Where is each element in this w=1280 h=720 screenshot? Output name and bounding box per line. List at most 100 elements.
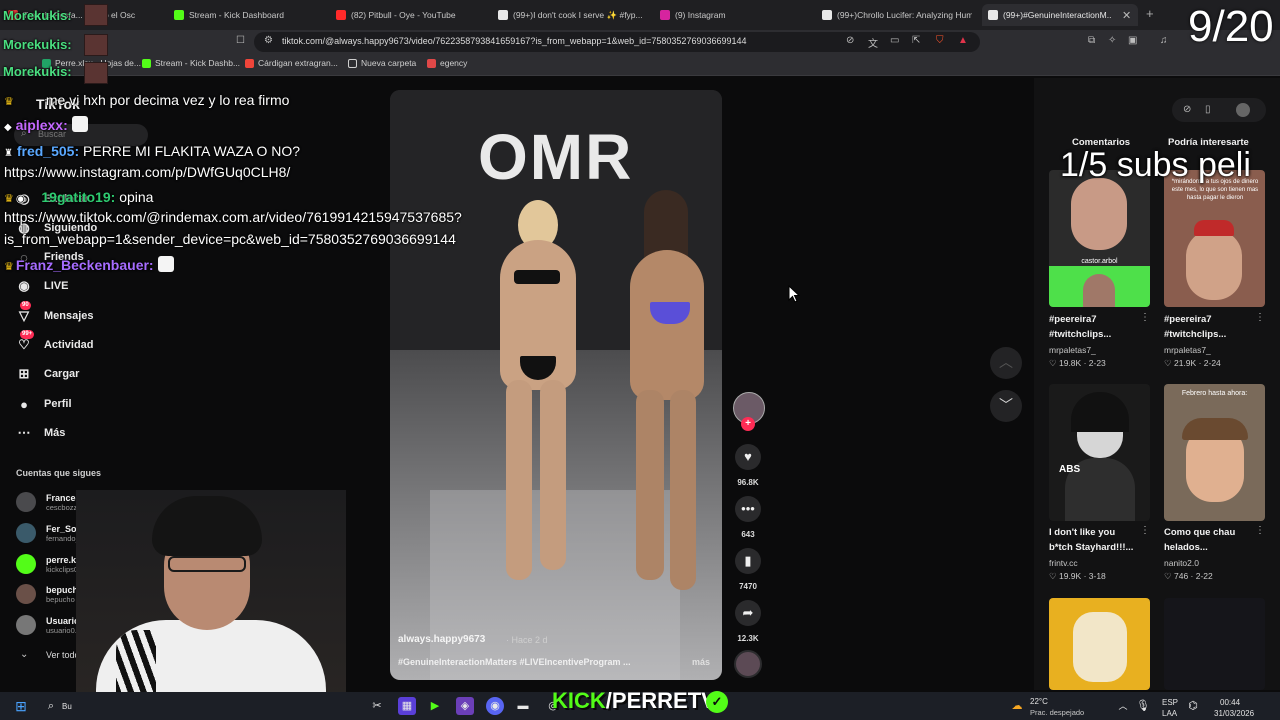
weather-temp: 22°C [1030, 697, 1048, 706]
more-options-icon[interactable]: ⋮ [1140, 525, 1150, 536]
sidebar-icon[interactable]: ▣ [1128, 35, 1137, 46]
tab-5[interactable]: (99+)Chrollo Lucifer: Analyzing Hum [822, 4, 972, 26]
video-author[interactable]: frintv.cc [1049, 558, 1078, 568]
weather-desc: Prac. despejado [1030, 708, 1085, 717]
tiktok-favicon-icon [498, 10, 508, 20]
url-text[interactable]: tiktok.com/@always.happy9673/video/76223… [282, 36, 747, 46]
new-tab-icon[interactable]: + [1146, 6, 1154, 21]
profile-icon: ● [20, 396, 28, 412]
tab-active[interactable]: (99+)#GenuineInteractionM... ✕ [982, 4, 1138, 26]
sidebar-item-activity[interactable]: ♡ 99+ Actividad [16, 330, 94, 356]
translate-icon[interactable]: 文 [868, 35, 878, 50]
badge-icon: ◉ [15, 193, 26, 205]
share-arrow-icon[interactable]: ➦ [735, 600, 761, 626]
site-info-icon[interactable]: ⚙ [264, 35, 273, 46]
comment-icon[interactable]: ••• [735, 496, 761, 522]
no-tracking-icon[interactable]: ⊘ [846, 35, 854, 46]
sidebar-item-upload[interactable]: ⊞ Cargar [16, 363, 80, 385]
app-grid-icon[interactable]: ▦ [398, 697, 416, 715]
sidebar-item-more[interactable]: ⋯ Más [16, 422, 66, 444]
brave-rewards-icon[interactable]: ▲ [958, 35, 968, 46]
crown-icon: ♛ [4, 261, 14, 273]
video-thumbnail[interactable] [1049, 598, 1150, 690]
chevron-up-icon[interactable]: ︿ [1114, 697, 1132, 715]
microphone-icon[interactable]: 🎙 [1134, 697, 1152, 715]
video-title[interactable]: Como que chau helados... [1164, 525, 1254, 555]
tab-1[interactable]: Stream - Kick Dashboard [174, 4, 324, 26]
following-item[interactable]: bepucho bepucho [16, 580, 84, 608]
capcut-icon[interactable]: ✂ [368, 697, 386, 715]
video-title[interactable]: #peereira7 #twitchclips... [1164, 312, 1254, 342]
brave-shield-icon[interactable]: ⛉ [936, 35, 944, 46]
sidebar-item-profile[interactable]: ● Perfil [16, 393, 71, 415]
tab-4[interactable]: (9) Instagram [660, 4, 810, 26]
puzzle-icon[interactable]: ✧ [1108, 35, 1116, 46]
network-icon[interactable]: ⌬ [1184, 697, 1202, 715]
bookmark-item-kick[interactable]: Stream - Kick Dashb... [142, 58, 240, 68]
tab-3[interactable]: (99+)I don't cook I serve ✨ #fyp... [498, 4, 648, 26]
play-icon[interactable]: ▶ [426, 697, 444, 715]
video-thumbnail[interactable]: Febrero hasta ahora: [1164, 384, 1265, 521]
video-author[interactable]: mrpaletas7_ [1164, 345, 1211, 355]
folder-icon [348, 58, 357, 68]
chat-emote-image [84, 62, 108, 84]
like-icon[interactable]: ♥ [735, 444, 761, 470]
cast-icon[interactable]: ▭ [890, 35, 899, 46]
video-title[interactable]: #peereira7 #twitchclips... [1049, 312, 1139, 342]
bookmark-item-egency[interactable]: egency [427, 58, 467, 68]
search-icon[interactable]: ⌕ [42, 697, 60, 715]
video-thumbnail[interactable]: *mirándome a tus ojos de dinero este mes… [1164, 170, 1265, 307]
chat-message: https://www.instagram.com/p/DWfGUq0CLH8/ [4, 164, 291, 180]
see-all-link[interactable]: Ver todo [46, 650, 80, 660]
video-meta: ♡ 19.8K · 2-23 [1049, 358, 1106, 368]
more-options-icon[interactable]: ⋮ [1255, 525, 1265, 536]
discord-icon[interactable]: ◉ [486, 697, 504, 715]
bookmark-save-icon[interactable]: ▮ [735, 548, 761, 574]
premiere-icon[interactable]: ◈ [456, 697, 474, 715]
subs-goal-overlay: 1/5 subs peli [1060, 146, 1251, 184]
bookmark-icon[interactable]: ☐ [236, 35, 245, 46]
save-count: 7470 [739, 582, 757, 591]
sidebar-item-messages[interactable]: ▽ 90 Mensajes [16, 301, 94, 327]
music-disc-icon[interactable] [734, 650, 762, 678]
more-options-icon[interactable]: ⋮ [1140, 312, 1150, 323]
coin-icon[interactable]: ⊘ [1183, 104, 1191, 115]
chevron-up-icon[interactable]: ︿ [990, 347, 1022, 379]
streamer-webcam [76, 490, 346, 720]
comment-count: 643 [741, 530, 755, 539]
device-icon[interactable]: ▯ [1205, 104, 1211, 115]
shop-icon [245, 58, 254, 68]
media-icon[interactable]: ♫ [1160, 35, 1168, 46]
caption-more-button[interactable]: más [692, 657, 710, 667]
video-author[interactable]: mrpaletas7_ [1049, 345, 1096, 355]
video-author[interactable]: always.happy9673 [398, 634, 485, 645]
video-author[interactable]: nanito2.0 [1164, 558, 1199, 568]
video-title[interactable]: I don't like you b*tch Stayhard!!!... [1049, 525, 1141, 555]
more-options-icon[interactable]: ⋮ [1255, 312, 1265, 323]
like-count: 96.8K [737, 478, 759, 487]
activity-icon: ♡ 99+ [18, 330, 35, 352]
chat-message: is_from_webapp=1&sender_device=pc&web_id… [4, 231, 456, 247]
emote-icon [71, 116, 88, 132]
close-icon[interactable]: ✕ [1122, 9, 1131, 22]
sidebar-item-live[interactable]: ◉ LIVE [16, 275, 68, 297]
follow-plus-icon[interactable]: + [741, 417, 755, 431]
share-icon[interactable]: ⇱ [912, 35, 920, 46]
chevron-down-icon[interactable]: ﹀ [990, 390, 1022, 422]
clock-time[interactable]: 00:44 [1220, 698, 1240, 707]
language-indicator[interactable]: ESP [1162, 698, 1178, 707]
extension-icon[interactable]: ⧉ [1088, 35, 1095, 46]
bookmark-item-cardigan[interactable]: Cárdigan extragran... [245, 58, 338, 68]
terminal-icon[interactable]: ▬ [514, 697, 532, 715]
video-thumbnail[interactable]: castor.arbol [1049, 170, 1150, 307]
avatar [16, 615, 36, 635]
taskbar-search[interactable]: Bu [62, 702, 72, 711]
user-avatar[interactable] [1236, 103, 1250, 117]
tab-2[interactable]: (82) Pitbull - Oye - YouTube [336, 4, 486, 26]
bookmark-item-folder[interactable]: Nueva carpeta [348, 58, 416, 68]
windows-start-icon[interactable]: ⊞ [12, 697, 30, 715]
weather-icon[interactable]: ☁ [1008, 697, 1026, 715]
video-thumbnail[interactable]: ABS [1049, 384, 1150, 521]
video-thumbnail[interactable] [1164, 598, 1265, 690]
video-player[interactable]: OMR [390, 90, 722, 680]
